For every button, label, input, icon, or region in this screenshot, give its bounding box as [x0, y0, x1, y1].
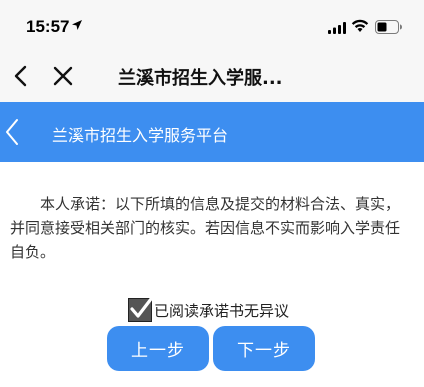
previous-step-button[interactable]: 上一步: [107, 326, 209, 371]
app-header: 兰溪市招生入学服务平台: [0, 102, 424, 162]
close-icon[interactable]: [52, 65, 74, 87]
next-step-button[interactable]: 下一步: [213, 326, 315, 371]
status-time: 15:57: [26, 17, 70, 36]
browser-nav-bar: 兰溪市招生入学服...: [0, 50, 424, 102]
battery-icon: [375, 20, 402, 34]
back-icon[interactable]: [10, 64, 32, 88]
wifi-icon: [351, 19, 369, 32]
agreement-label: 已阅读承诺书无异议: [154, 301, 290, 320]
location-arrow-icon: [72, 20, 82, 30]
commitment-statement: 本人承诺：以下所填的信息及提交的材料合法、真实，并同意接受相关部门的核实。若因信…: [10, 195, 401, 261]
agreement-checkbox[interactable]: [128, 297, 153, 322]
signal-icon: [328, 22, 346, 34]
header-back-icon[interactable]: [4, 118, 20, 146]
page-title: 兰溪市招生入学服...: [118, 68, 283, 89]
header-title: 兰溪市招生入学服务平台: [52, 126, 229, 145]
checkmark-icon: [130, 297, 153, 318]
agreement-row[interactable]: 已阅读承诺书无异议: [128, 297, 289, 323]
status-bar: 15:57: [0, 0, 424, 50]
